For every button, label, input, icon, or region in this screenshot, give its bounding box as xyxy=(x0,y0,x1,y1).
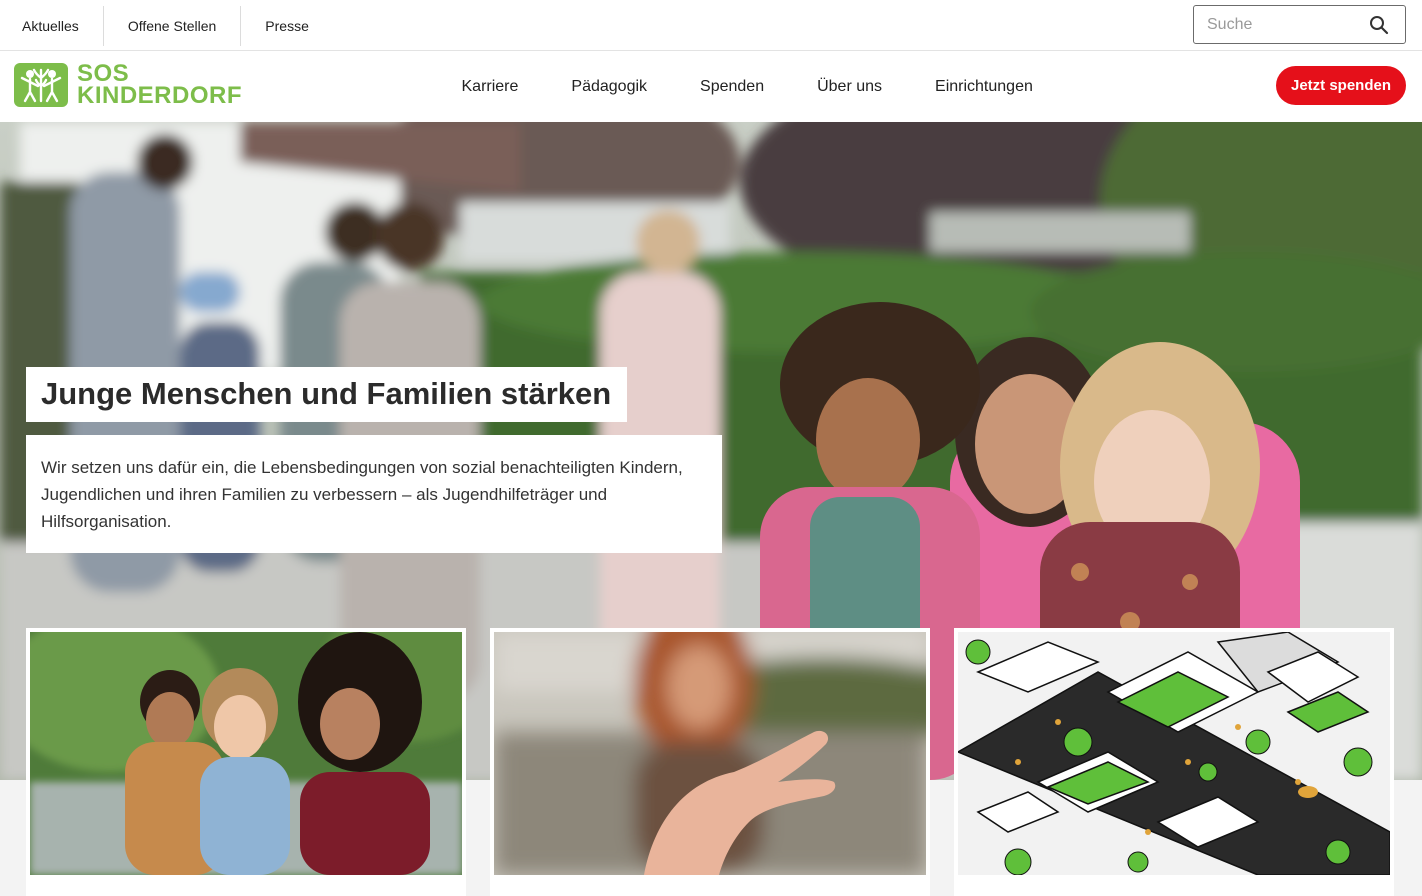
donate-button[interactable]: Jetzt spenden xyxy=(1276,66,1406,105)
hero-title: Junge Menschen und Familien stärken xyxy=(41,376,612,411)
nav-item-ueber-uns[interactable]: Über uns xyxy=(791,78,909,96)
teaser-card-2[interactable] xyxy=(490,628,930,896)
logo-link[interactable]: SOS KINDERDORF xyxy=(14,62,242,109)
search-icon[interactable] xyxy=(1369,15,1389,35)
teaser-card-3[interactable] xyxy=(954,628,1394,896)
utility-nav: Aktuelles Offene Stellen Presse xyxy=(0,0,333,51)
logo-text: SOS KINDERDORF xyxy=(77,62,242,109)
utility-link-presse[interactable]: Presse xyxy=(241,6,333,46)
utility-link-aktuelles[interactable]: Aktuelles xyxy=(0,5,104,46)
nav-item-einrichtungen[interactable]: Einrichtungen xyxy=(909,78,1060,96)
hero-text-box: Wir setzen uns dafür ein, die Lebensbedi… xyxy=(26,435,722,553)
primary-nav: Karriere Pädagogik Spenden Über uns Einr… xyxy=(435,51,1059,122)
teaser-card-image xyxy=(494,632,926,875)
logo-text-line2: KINDERDORF xyxy=(77,82,242,109)
nav-item-paedagogik[interactable]: Pädagogik xyxy=(545,78,674,96)
utility-bar: Aktuelles Offene Stellen Presse xyxy=(0,0,1422,51)
teaser-card-image xyxy=(30,632,462,875)
hero-title-box: Junge Menschen und Familien stärken xyxy=(26,367,628,422)
search-box xyxy=(1193,5,1406,44)
search-input[interactable] xyxy=(1207,15,1367,34)
hero-text: Wir setzen uns dafür ein, die Lebensbedi… xyxy=(41,458,683,531)
nav-item-karriere[interactable]: Karriere xyxy=(435,78,545,96)
nav-item-spenden[interactable]: Spenden xyxy=(674,78,791,96)
utility-link-offene-stellen[interactable]: Offene Stellen xyxy=(104,5,242,46)
teaser-card-image xyxy=(958,632,1390,875)
main-nav: SOS KINDERDORF Karriere Pädagogik Spende… xyxy=(0,51,1422,122)
teaser-card-1[interactable] xyxy=(26,628,466,896)
logo-mark-icon xyxy=(14,63,68,107)
